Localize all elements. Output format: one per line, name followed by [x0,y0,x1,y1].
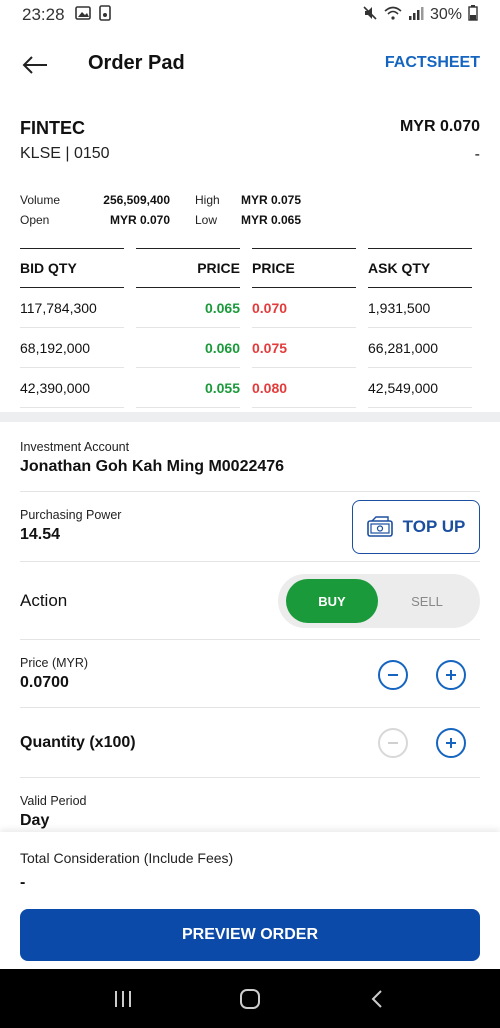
arrow-left-icon [22,56,47,74]
valid-period-section[interactable]: Valid Period Day [20,778,480,838]
back-nav-button[interactable] [352,979,402,1019]
action-label: Action [20,591,68,610]
ask-price-cell[interactable]: 0.075 [252,328,356,368]
bid-price-cell[interactable]: 0.060 [136,328,240,368]
ask-price-column: PRICE 0.070 0.075 0.080 [252,248,356,408]
stock-change: - [474,146,480,163]
quantity-label: Quantity (x100) [20,734,136,751]
account-value: Jonathan Goh Kah Ming M0022476 [20,458,285,475]
stock-info: FINTEC KLSE | 0150 MYR 0.070 - [20,118,480,163]
account-label: Investment Account [20,440,130,454]
stock-price: MYR 0.070 [399,118,480,135]
price-value[interactable]: 0.0700 [20,674,480,692]
preview-order-button[interactable]: PREVIEW ORDER [20,909,480,961]
wallet-cash-icon [366,516,393,537]
ask-qty-cell: 42,549,000 [368,368,472,408]
volume-label: Volume [20,193,61,207]
bid-qty-cell: 68,192,000 [20,328,124,368]
status-time: 23:28 [22,5,65,24]
ask-price-cell[interactable]: 0.070 [252,288,356,328]
total-consideration-label: Total Consideration (Include Fees) [20,850,234,866]
status-bar: 23:28 30% [0,0,500,30]
quantity-decrease-button[interactable] [378,728,408,758]
minus-icon [388,742,398,744]
price-section: Price (MYR) 0.0700 [20,640,480,708]
top-up-label: TOP UP [402,517,466,536]
back-button[interactable] [20,50,50,80]
order-form: Investment Account Jonathan Goh Kah Ming… [20,422,480,838]
bid-price-cell[interactable]: 0.055 [136,368,240,408]
bid-price-cell[interactable]: 0.065 [136,288,240,328]
open-label: Open [20,213,50,227]
valid-period-label: Valid Period [20,794,87,808]
stock-exchange-code: KLSE | 0150 [20,145,110,162]
order-summary-bar: Total Consideration (Include Fees) - PRE… [0,832,500,969]
signal-icon [408,6,424,25]
system-nav-bar [0,969,500,1028]
top-up-button[interactable]: TOP UP [352,500,480,554]
valid-period-value: Day [20,812,50,829]
battery-percent: 30% [429,6,462,23]
price-label: Price (MYR) [20,656,89,670]
sim-icon [98,4,111,26]
recent-apps-icon [115,990,132,1007]
buy-option[interactable]: BUY [286,579,378,623]
home-button[interactable] [225,979,275,1019]
bid-qty-header: BID QTY [20,248,124,288]
bid-price-header: PRICE [136,248,240,288]
price-decrease-button[interactable] [378,660,408,690]
buy-sell-toggle: BUY SELL [278,574,480,628]
plus-icon [446,670,456,680]
quantity-section: Quantity (x100) [20,708,480,778]
investment-account-section[interactable]: Investment Account Jonathan Goh Kah Ming… [20,422,480,492]
low-value: MYR 0.065 [241,213,302,227]
price-increase-button[interactable] [436,660,466,690]
ask-price-cell[interactable]: 0.080 [252,368,356,408]
mute-icon [362,5,378,26]
chevron-left-icon [371,989,382,1008]
bid-qty-column: BID QTY 117,784,300 68,192,000 42,390,00… [20,248,124,408]
plus-icon [446,738,456,748]
ask-price-header: PRICE [252,248,356,288]
recent-apps-button[interactable] [98,979,148,1019]
ask-qty-cell: 66,281,000 [368,328,472,368]
low-label: Low [195,213,218,227]
ask-qty-header: ASK QTY [368,248,472,288]
ask-qty-column: ASK QTY 1,931,500 66,281,000 42,549,000 [368,248,472,408]
high-value: MYR 0.075 [241,193,302,207]
bid-qty-cell: 42,390,000 [20,368,124,408]
open-value: MYR 0.070 [109,213,170,227]
quantity-increase-button[interactable] [436,728,466,758]
page-title: Order Pad [88,52,185,74]
gallery-icon [74,5,91,25]
sell-option[interactable]: SELL [378,594,476,609]
action-section: Action BUY SELL [20,562,480,640]
bid-qty-cell: 117,784,300 [20,288,124,328]
factsheet-link[interactable]: FACTSHEET [385,54,480,72]
high-label: High [195,193,220,207]
home-icon [239,988,260,1009]
bid-price-column: PRICE 0.065 0.060 0.055 [136,248,240,408]
wifi-icon [384,6,402,25]
section-divider [0,412,500,422]
purchasing-power-section: Purchasing Power 14.54 TOP UP [20,492,480,562]
battery-icon [468,4,478,26]
minus-icon [388,674,398,676]
volume-value: 256,509,400 [103,193,170,207]
ask-qty-cell: 1,931,500 [368,288,472,328]
stock-stats: Volume 256,509,400 High MYR 0.075 Open M… [20,190,301,230]
app-header: Order Pad FACTSHEET [0,40,500,90]
order-book: BID QTY 117,784,300 68,192,000 42,390,00… [20,248,472,408]
total-consideration-value: - [20,874,26,891]
